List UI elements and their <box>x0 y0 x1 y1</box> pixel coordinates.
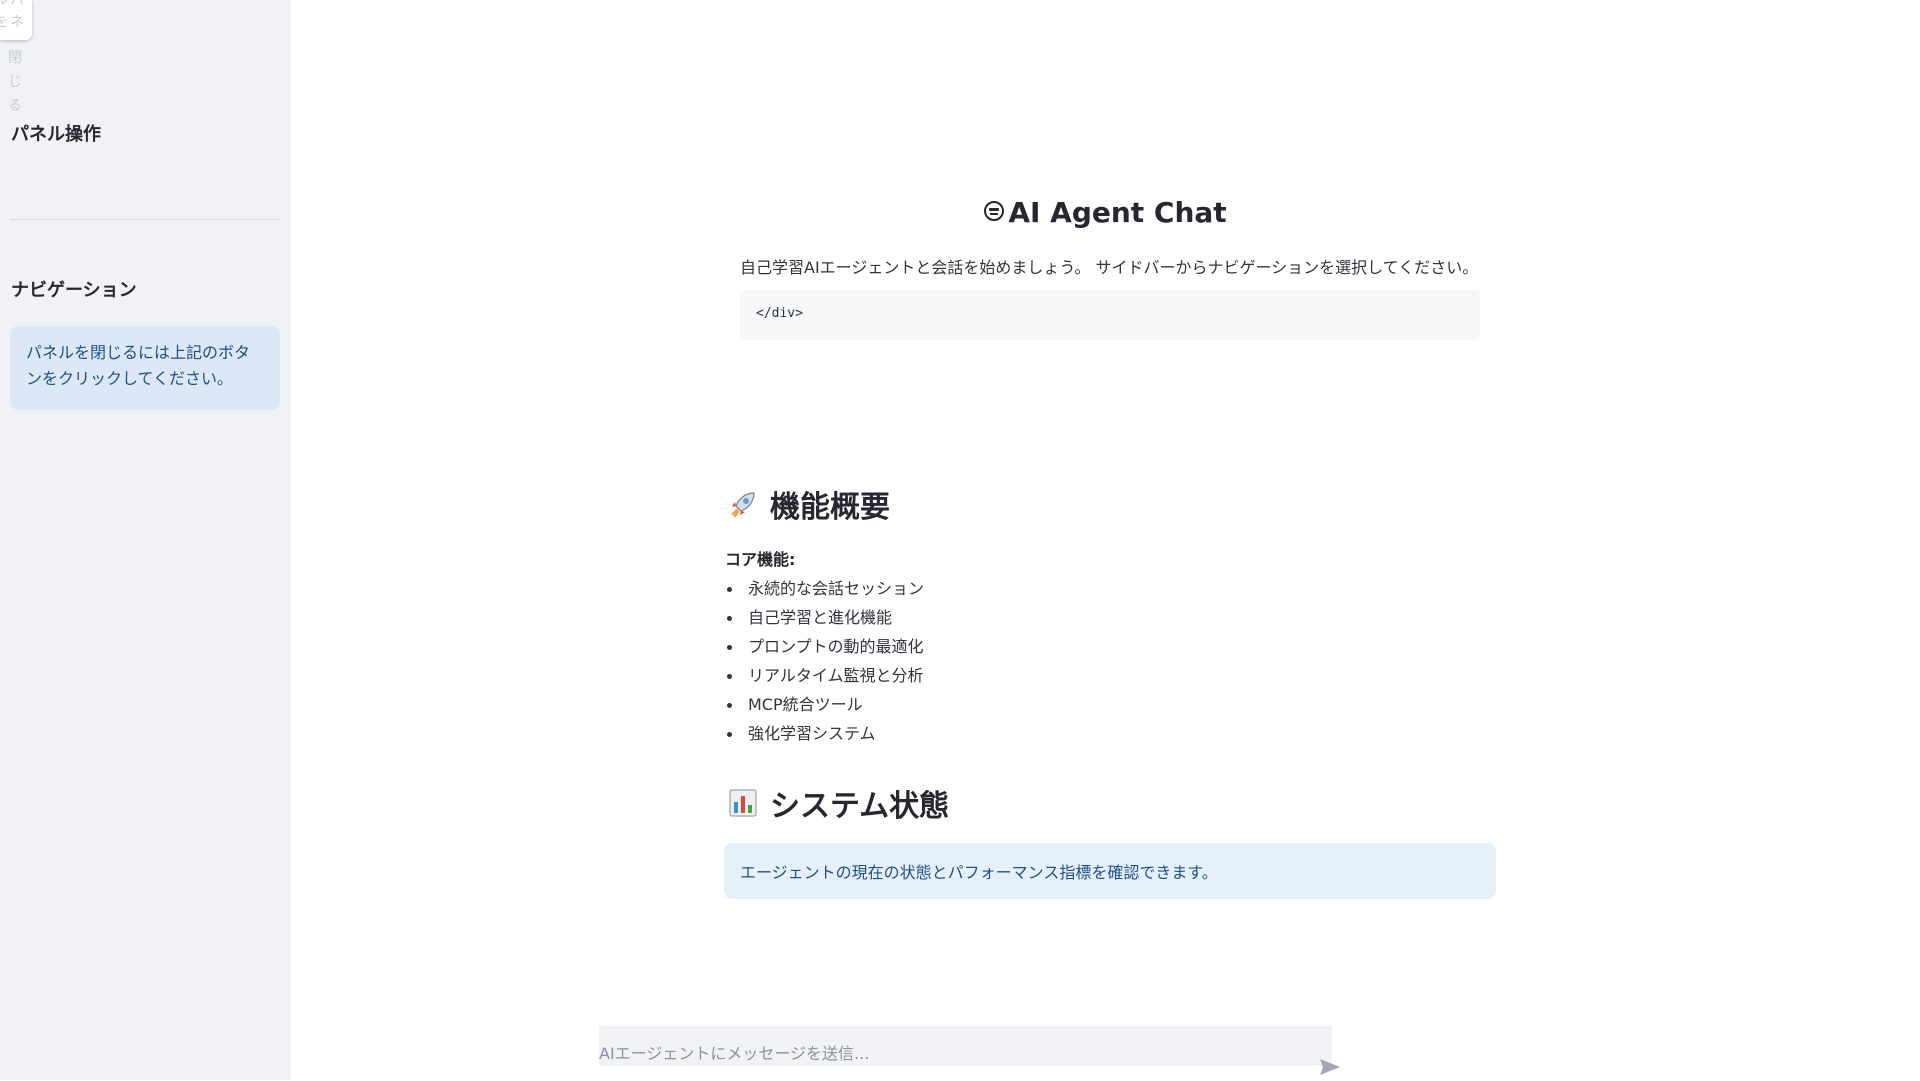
code-block: </div> <box>740 290 1480 340</box>
close-panel-label-char: 閉 <box>8 50 22 66</box>
features-heading-text: 機能概要 <box>770 490 890 525</box>
robot-icon <box>984 201 1005 221</box>
chat-message-input[interactable] <box>599 1026 1332 1066</box>
close-panel-button-label: パネルを閉じる <box>0 0 24 36</box>
page-title: AI Agent Chat <box>0 196 1920 229</box>
navigation-heading: ナビゲーション <box>11 280 137 301</box>
list-item: 強化学習システム <box>725 721 924 750</box>
close-panel-button[interactable]: パネルを閉じる <box>0 0 32 40</box>
rocket-icon <box>728 489 758 519</box>
feature-list: 永続的な会話セッション 自己学習と進化機能 プロンプトの動的最適化 リアルタイム… <box>725 576 924 750</box>
close-panel-label-overflow: 閉 じ る <box>8 46 24 118</box>
list-item: MCP統合ツール <box>725 692 924 721</box>
list-item: 自己学習と進化機能 <box>725 605 924 634</box>
list-item: 永続的な会話セッション <box>725 576 924 605</box>
page-title-text: AI Agent Chat <box>1008 196 1227 229</box>
status-info-box: エージェントの現在の状態とパフォーマンス指標を確認できます。 <box>724 843 1496 899</box>
send-button[interactable] <box>1318 1056 1342 1078</box>
core-features-label: コア機能: <box>725 550 796 569</box>
send-icon <box>1320 1059 1340 1075</box>
sidebar-info-box: パネルを閉じるには上記のボタンをクリックしてください。 <box>10 326 280 410</box>
list-item: プロンプトの動的最適化 <box>725 634 924 663</box>
intro-text: 自己学習AIエージェントと会話を始めましょう。 サイドバーからナビゲーションを選… <box>740 258 1479 277</box>
features-heading: 機能概要 <box>728 482 890 526</box>
panel-controls-heading: パネル操作 <box>11 124 101 145</box>
sidebar: パネルを閉じる 閉 じ る パネル操作 ナビゲーション パネルを閉じるには上記の… <box>0 0 291 1080</box>
system-status-heading: システム状態 <box>728 781 949 825</box>
close-panel-label-char: る <box>8 98 22 114</box>
close-panel-label-char: じ <box>8 74 22 90</box>
bar-chart-icon <box>728 788 758 818</box>
system-status-heading-text: システム状態 <box>770 789 950 824</box>
list-item: リアルタイム監視と分析 <box>725 663 924 692</box>
